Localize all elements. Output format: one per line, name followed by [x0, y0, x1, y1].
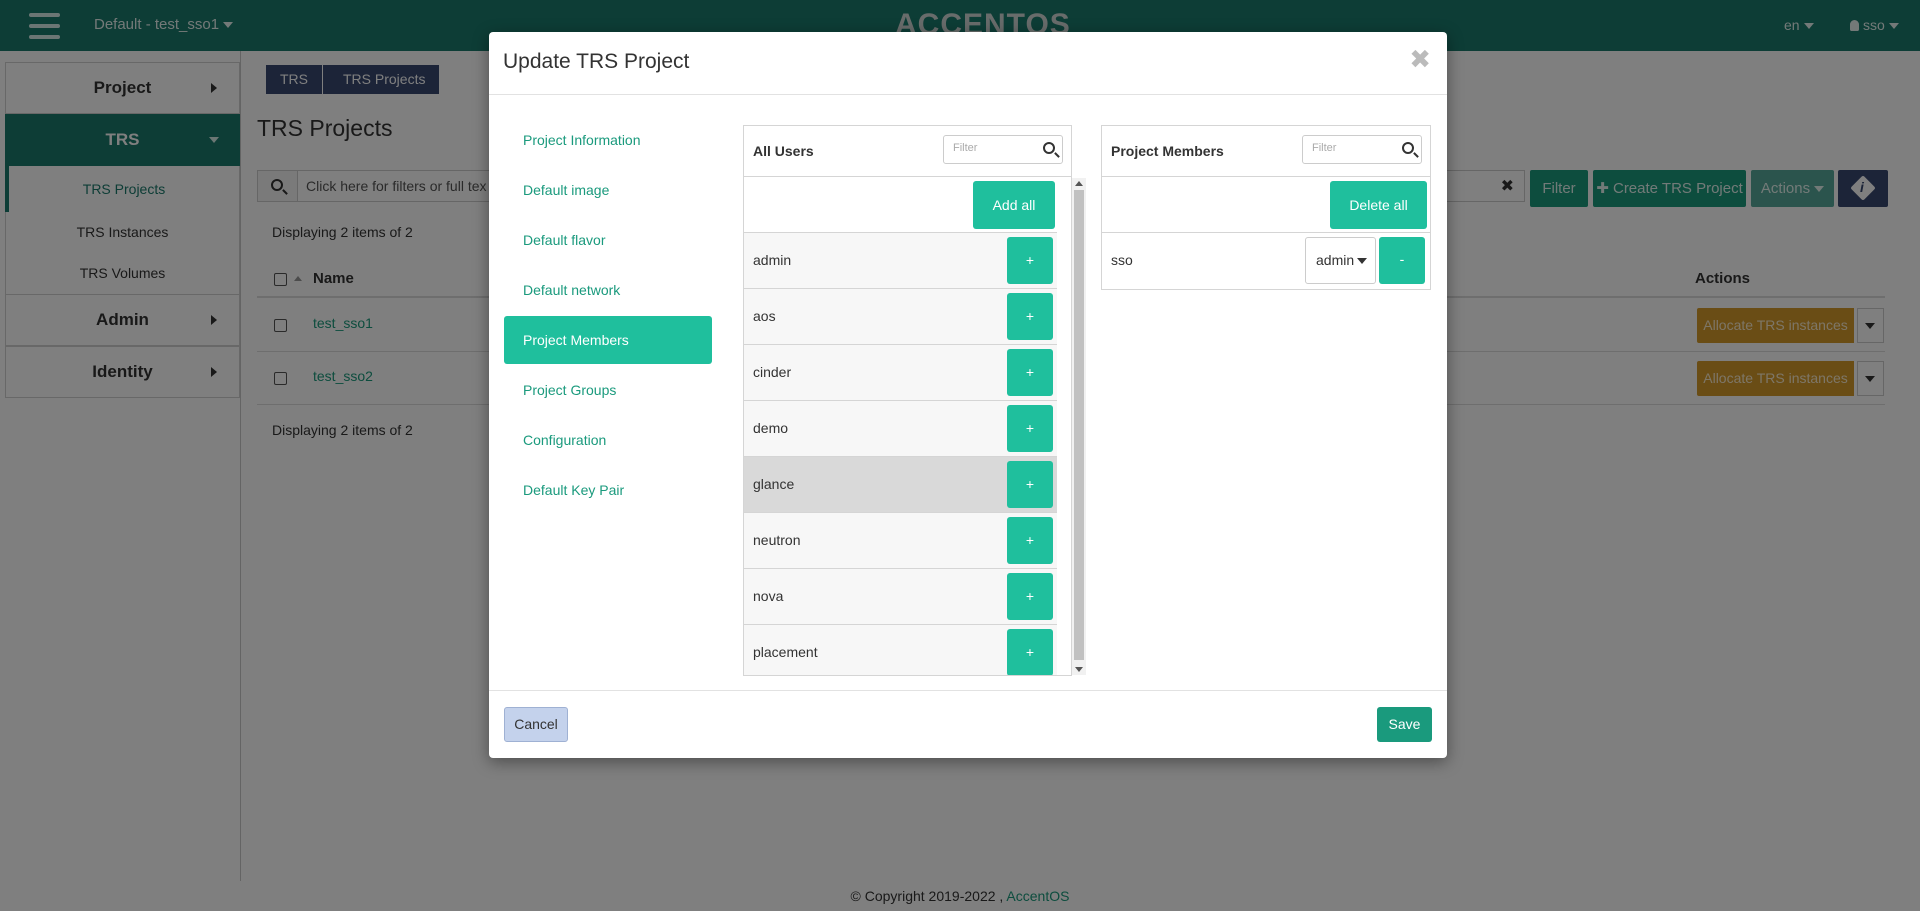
filter-placeholder: Filter [1312, 142, 1337, 154]
role-value: admin [1316, 252, 1355, 268]
step-default-key-pair[interactable]: Default Key Pair [504, 465, 712, 515]
scroll-thumb[interactable] [1074, 190, 1084, 660]
user-name: demo [753, 420, 789, 436]
search-icon [1043, 142, 1055, 154]
user-name: nova [753, 588, 784, 604]
modal-footer: Cancel Save [489, 690, 1447, 758]
list-item: aos + [744, 289, 1057, 345]
list-item: nova + [744, 569, 1057, 625]
add-user-button[interactable]: + [1007, 461, 1053, 508]
add-user-button[interactable]: + [1007, 293, 1053, 340]
save-button[interactable]: Save [1377, 707, 1432, 742]
project-members-toolbar: Delete all [1102, 177, 1430, 233]
all-users-toolbar: Add all [744, 177, 1057, 233]
scroll-down-icon[interactable] [1075, 667, 1083, 672]
delete-all-button[interactable]: Delete all [1330, 181, 1427, 229]
users-scrollbar[interactable] [1072, 178, 1086, 675]
project-members-title: Project Members [1111, 143, 1224, 159]
list-item: demo + [744, 401, 1057, 457]
add-user-button[interactable]: + [1007, 517, 1053, 564]
step-project-information[interactable]: Project Information [504, 115, 712, 165]
list-item: sso admin - [1102, 233, 1430, 289]
list-item: cinder + [744, 345, 1057, 401]
project-members-filter-input[interactable]: Filter [1302, 135, 1422, 164]
scroll-up-icon[interactable] [1075, 181, 1083, 186]
member-name: sso [1111, 252, 1133, 268]
step-default-flavor[interactable]: Default flavor [504, 215, 712, 265]
modal-header: Update TRS Project ✖ [489, 32, 1447, 95]
list-item: neutron + [744, 513, 1057, 569]
step-default-image[interactable]: Default image [504, 165, 712, 215]
chevron-down-icon [1357, 258, 1367, 264]
workflow-steps: Project Information Default image Defaul… [504, 115, 712, 515]
close-icon[interactable]: ✖ [1409, 44, 1431, 75]
project-members-header: Project Members Filter [1102, 126, 1430, 177]
list-item: admin + [744, 233, 1057, 289]
filter-placeholder: Filter [953, 142, 978, 154]
user-name: admin [753, 252, 792, 268]
user-name: aos [753, 308, 776, 324]
add-user-button[interactable]: + [1007, 349, 1053, 396]
cancel-button[interactable]: Cancel [504, 707, 568, 742]
step-default-network[interactable]: Default network [504, 265, 712, 315]
user-name: glance [753, 476, 795, 492]
add-user-button[interactable]: + [1007, 573, 1053, 620]
add-all-button[interactable]: Add all [973, 181, 1055, 229]
add-user-button[interactable]: + [1007, 405, 1053, 452]
modal-title: Update TRS Project [503, 50, 690, 73]
search-icon [1402, 142, 1414, 154]
user-name: cinder [753, 364, 792, 380]
all-users-panel: All Users Filter Add all admin + aos + c… [743, 125, 1072, 676]
role-select[interactable]: admin [1305, 237, 1376, 284]
all-users-filter-input[interactable]: Filter [943, 135, 1063, 164]
add-user-button[interactable]: + [1007, 237, 1053, 284]
all-users-header: All Users Filter [744, 126, 1071, 177]
list-item: glance + [744, 457, 1057, 513]
remove-member-button[interactable]: - [1379, 237, 1425, 284]
user-name: placement [753, 644, 818, 660]
add-user-button[interactable]: + [1007, 629, 1053, 675]
all-users-list: Add all admin + aos + cinder + demo + gl… [744, 177, 1057, 675]
user-name: neutron [753, 532, 801, 548]
project-members-panel: Project Members Filter Delete all sso ad… [1101, 125, 1431, 290]
list-item: placement + [744, 625, 1057, 675]
update-trs-project-dialog: Update TRS Project ✖ Project Information… [489, 32, 1447, 758]
step-configuration[interactable]: Configuration [504, 415, 712, 465]
step-project-groups[interactable]: Project Groups [504, 365, 712, 415]
step-project-members[interactable]: Project Members [504, 316, 712, 364]
all-users-title: All Users [753, 143, 814, 159]
